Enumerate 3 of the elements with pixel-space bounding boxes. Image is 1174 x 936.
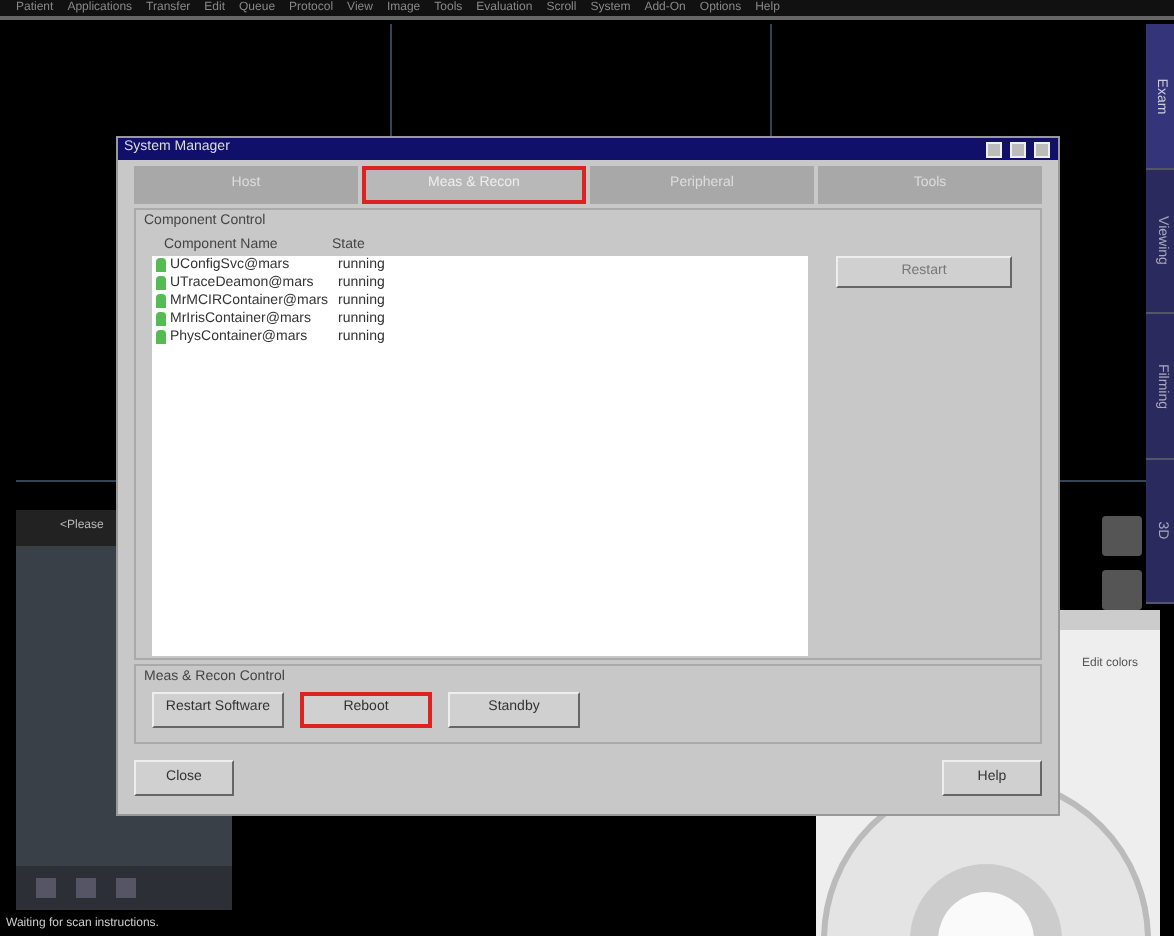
close-icon[interactable] (1034, 141, 1050, 157)
minimize-icon[interactable] (986, 141, 1002, 157)
maximize-icon[interactable] (1010, 141, 1026, 157)
